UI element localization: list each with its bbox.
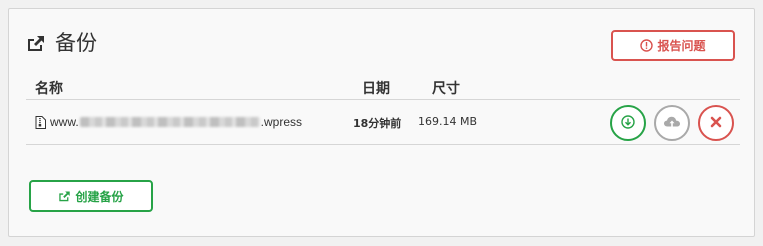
delete-icon — [710, 116, 722, 131]
download-button[interactable] — [610, 105, 646, 141]
table-row: www. .wpress 18分钟前 169.14 MB — [26, 100, 740, 145]
column-date: 日期 — [362, 81, 390, 97]
file-name-suffix: .wpress — [260, 115, 303, 129]
file-name-prefix: www. — [50, 115, 79, 129]
column-size: 尺寸 — [432, 81, 460, 97]
panel-header: 备份 — [26, 31, 97, 55]
table-header: 名称 日期 尺寸 — [26, 75, 740, 100]
create-backup-label: 创建备份 — [75, 189, 124, 204]
column-name: 名称 — [35, 81, 63, 97]
backups-table: 名称 日期 尺寸 www. .wpress 18分钟前 169.14 MB — [26, 75, 740, 145]
delete-button[interactable] — [698, 105, 734, 141]
create-backup-button[interactable]: 创建备份 — [29, 180, 153, 212]
report-issue-button[interactable]: 报告问题 — [611, 30, 735, 61]
alert-circle-icon — [640, 39, 654, 52]
cloud-restore-icon — [663, 115, 681, 132]
download-icon — [621, 114, 635, 132]
page-title: 备份 — [55, 31, 97, 55]
backup-file-name: www. .wpress — [35, 115, 302, 129]
report-issue-label: 报告问题 — [657, 39, 706, 53]
redacted-filename — [79, 117, 260, 127]
restore-button[interactable] — [654, 105, 690, 141]
backup-date: 18分钟前 — [353, 117, 402, 130]
backup-size: 169.14 MB — [418, 115, 478, 128]
backups-panel: 备份 报告问题 名称 日期 尺寸 www. .wpress 18分钟前 169.… — [8, 8, 755, 237]
share-export-icon — [26, 34, 46, 52]
share-export-icon — [58, 190, 71, 202]
file-archive-icon — [35, 115, 46, 129]
